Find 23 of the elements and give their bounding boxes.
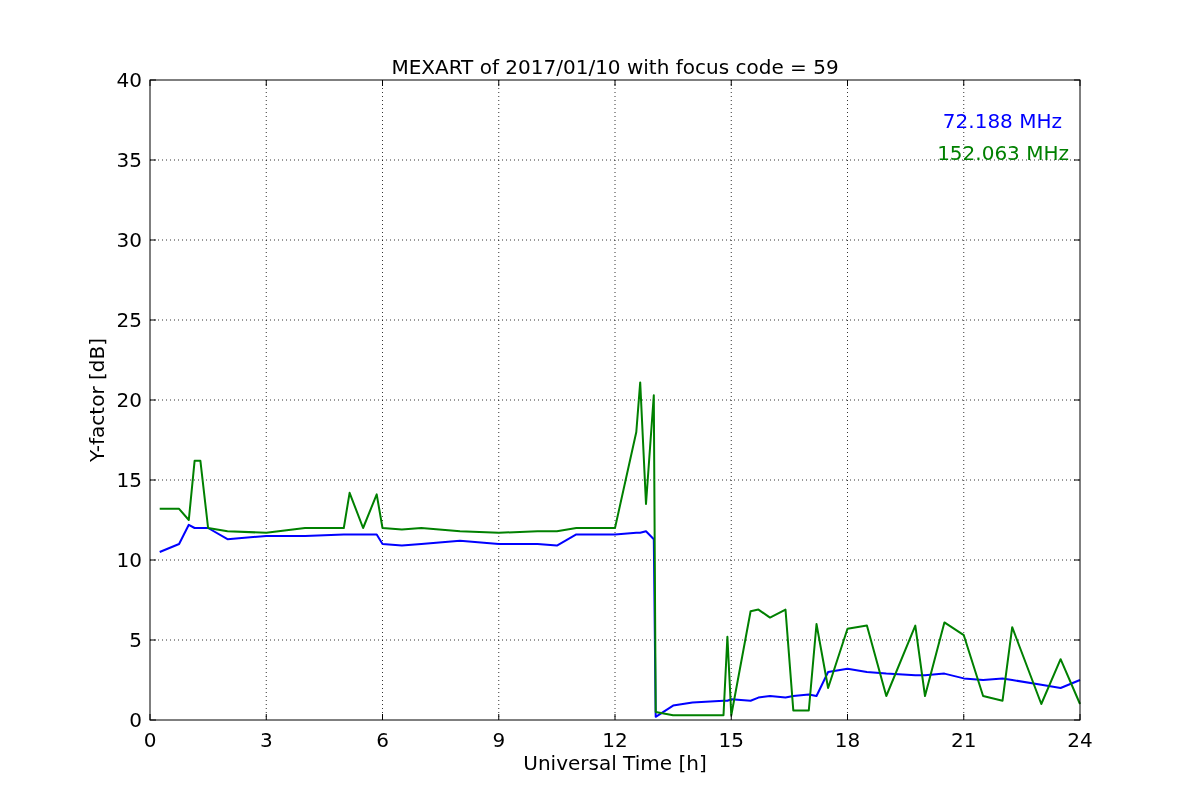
y-tick-label: 35 (116, 148, 142, 172)
y-tick-label: 30 (116, 228, 142, 252)
legend-label: 72.188 MHz (942, 109, 1062, 133)
x-tick-label: 9 (492, 728, 506, 752)
x-tick-label: 12 (602, 728, 628, 752)
y-tick-label: 15 (116, 468, 142, 492)
x-tick-label: 21 (951, 728, 977, 752)
x-tick-label: 3 (259, 728, 273, 752)
x-tick-label: 15 (718, 728, 744, 752)
y-tick-label: 25 (116, 308, 142, 332)
x-tick-label: 0 (143, 728, 157, 752)
x-axis-label: Universal Time [h] (523, 751, 707, 775)
y-tick-label: 40 (116, 68, 142, 92)
chart-title: MEXART of 2017/01/10 with focus code = 59 (391, 55, 839, 79)
y-tick-label: 10 (116, 548, 142, 572)
y-tick-label: 5 (129, 628, 142, 652)
y-tick-label: 0 (129, 708, 142, 732)
y-axis-label: Y-factor [dB] (85, 338, 109, 462)
y-tick-label: 20 (116, 388, 142, 412)
legend-label: 152.063 MHz (937, 141, 1069, 165)
x-tick-label: 18 (834, 728, 861, 752)
x-tick-label: 6 (376, 728, 389, 752)
x-tick-label: 24 (1067, 728, 1093, 752)
